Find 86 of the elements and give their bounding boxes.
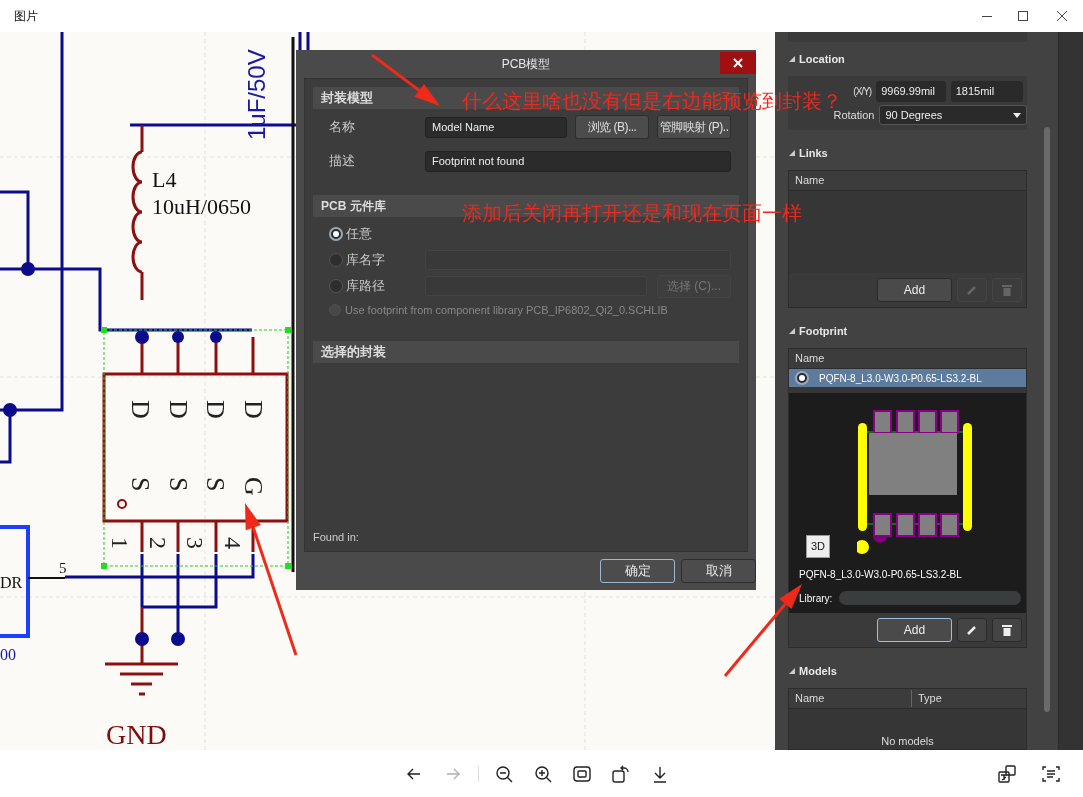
close-icon	[733, 58, 743, 68]
add-button[interactable]: Add	[877, 278, 952, 302]
zoom-in-icon	[534, 764, 552, 783]
schematic-label: D	[201, 400, 230, 419]
annotation-arrow	[371, 53, 440, 106]
column-header: Type	[917, 691, 943, 707]
edit-button[interactable]	[957, 618, 987, 642]
radio-button[interactable]	[329, 279, 343, 293]
maximize-icon	[1018, 11, 1028, 21]
library-label: Library:	[799, 592, 833, 606]
section-title: Models	[799, 663, 837, 679]
close-button[interactable]	[720, 52, 756, 74]
rotate-icon	[612, 764, 630, 783]
schematic-label: S	[126, 477, 155, 492]
delete-button[interactable]	[992, 618, 1022, 642]
schematic-label: 3	[182, 537, 208, 549]
schematic-label: D	[238, 400, 268, 419]
schematic-label: 00	[0, 646, 16, 663]
field-label: (X/Y)	[852, 85, 872, 99]
schematic-label: D	[126, 400, 155, 419]
schematic-label: 1	[107, 537, 133, 549]
zoom-out-icon	[495, 764, 513, 783]
3d-view-button[interactable]: 3D	[806, 535, 830, 558]
schematic-label: 1uF/50V	[243, 49, 270, 140]
field-label: 描述	[328, 152, 356, 171]
section-title: PCB 元件库	[321, 198, 386, 215]
field-label: Rotation	[832, 108, 875, 123]
checkbox-label: Use footprint from component library PCB_IP6802_Qi2_0.SCHLIB	[345, 302, 668, 318]
minimize-icon	[982, 15, 992, 17]
radio-button[interactable]	[329, 253, 343, 267]
footprint-name: PQFN-8_L3.0-W3.0-P0.65-LS3.2-BL	[799, 568, 962, 582]
radio-label: 库路径	[346, 277, 385, 296]
window-title: 图片	[14, 8, 38, 25]
trash-icon	[1002, 624, 1012, 636]
schematic-label: 10uH/0650	[152, 194, 251, 219]
section-title: Links	[799, 145, 828, 161]
dialog-button[interactable]: 取消	[681, 559, 756, 583]
schematic-label: G	[238, 477, 268, 496]
collapse-triangle-icon[interactable]	[789, 56, 795, 62]
section-title: Footprint	[799, 323, 848, 339]
trash-icon	[1002, 284, 1012, 296]
footprint-row[interactable]: PQFN-8_L3.0-W3.0-P0.65-LS3.2-BL	[789, 369, 1026, 387]
dialog-title: PCB模型	[501, 56, 551, 73]
section-title: 选择的封装	[321, 343, 386, 362]
schematic-label: S	[163, 477, 193, 492]
empty-message: No models	[881, 733, 934, 749]
rotation-dropdown[interactable]: 90 Degrees	[879, 105, 1027, 125]
text-scan-icon	[1042, 764, 1060, 783]
dialog-button[interactable]: 确定	[600, 559, 675, 583]
schematic-label: 5	[59, 560, 67, 576]
schematic-label: 2	[144, 537, 171, 549]
text-field[interactable]: Model Name	[425, 116, 567, 138]
dialog-button[interactable]: 浏览 (B)...	[575, 115, 649, 139]
found-in-label: Found in:	[313, 529, 360, 545]
caret-down-icon	[1013, 112, 1021, 118]
collapse-triangle-icon[interactable]	[789, 668, 795, 674]
collapse-triangle-icon[interactable]	[789, 328, 795, 334]
pencil-icon	[966, 624, 978, 636]
schematic-label: L4	[152, 167, 177, 192]
dialog-button[interactable]: 管脚映射 (P)..	[657, 115, 731, 139]
schematic-label: S	[201, 477, 230, 492]
add-button[interactable]: Add	[877, 618, 952, 642]
text-field[interactable]: Footprint not found	[425, 150, 731, 172]
section-title: 封装模型	[321, 89, 373, 108]
collapse-triangle-icon[interactable]	[789, 150, 795, 156]
radio-label: 任意	[346, 225, 372, 244]
schematic-label: GND	[106, 719, 167, 750]
pencil-icon	[966, 284, 978, 296]
radio-button[interactable]	[795, 371, 809, 385]
download-icon	[651, 764, 669, 783]
schematic-label: 4	[219, 537, 246, 549]
close-icon	[1057, 11, 1067, 21]
x-field[interactable]: 9969.99mil	[876, 81, 946, 102]
radio-button[interactable]	[329, 227, 343, 241]
column-header: Name	[789, 690, 912, 707]
translate-icon	[998, 764, 1016, 783]
field-label: 名称	[328, 118, 356, 137]
column-header: Name	[795, 351, 825, 367]
scrollbar-thumb[interactable]	[1044, 127, 1050, 712]
section-title: Location	[799, 51, 845, 67]
radio-label: 库名字	[346, 251, 385, 270]
fit-screen-icon	[573, 764, 591, 783]
schematic-label: DR	[0, 574, 23, 591]
schematic-label: D	[163, 400, 193, 419]
column-header: Name	[795, 173, 825, 189]
y-field[interactable]: 1815mil	[950, 81, 1023, 102]
